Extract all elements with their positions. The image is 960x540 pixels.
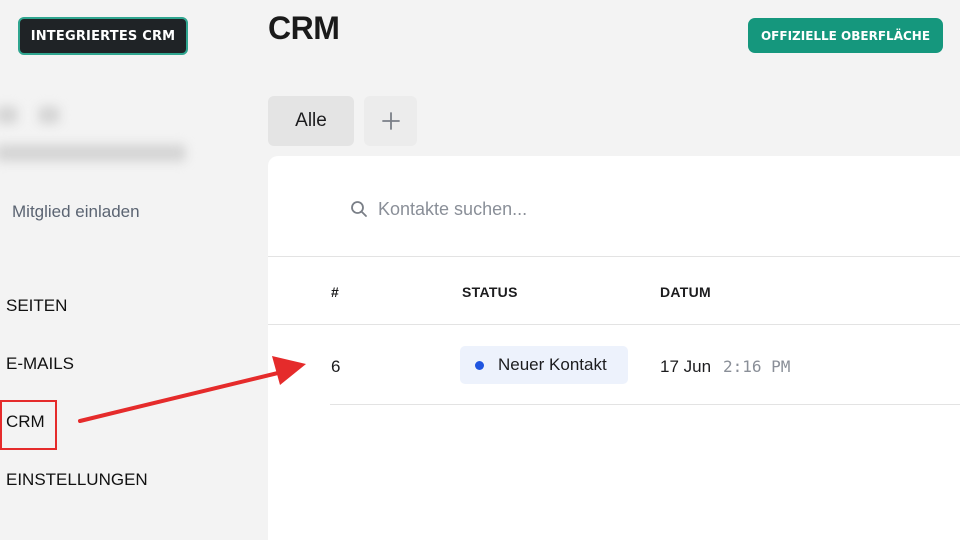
sidebar: Mitglied einladen SEITEN E-MAILS CRM EIN… <box>0 60 262 540</box>
column-header-status[interactable]: STATUS <box>462 284 518 300</box>
divider <box>330 404 960 405</box>
add-tab-button[interactable] <box>364 96 417 146</box>
plus-icon <box>381 112 400 130</box>
sidebar-item-pages[interactable]: SEITEN <box>6 296 67 316</box>
invite-member-link[interactable]: Mitglied einladen <box>12 202 140 222</box>
column-header-date[interactable]: DATUM <box>660 284 711 300</box>
sidebar-item-emails[interactable]: E-MAILS <box>6 354 74 374</box>
column-header-number[interactable]: # <box>331 284 339 300</box>
workspace-avatar-blurred <box>0 106 18 124</box>
tab-all-label: Alle <box>295 110 327 131</box>
sidebar-item-settings[interactable]: EINSTELLUNGEN <box>6 470 148 490</box>
page-title: CRM <box>268 10 340 46</box>
search-input[interactable] <box>378 194 778 224</box>
contacts-panel: # STATUS DATUM 6 Neuer Kontakt 17 Jun 2:… <box>268 156 960 540</box>
workspace-name-blurred <box>38 106 60 124</box>
workspace-email-blurred <box>0 144 186 162</box>
status-dot-icon <box>475 360 484 370</box>
status-label: Neuer Kontakt <box>498 355 607 374</box>
contact-time: 2:16 PM <box>723 357 791 376</box>
integrated-crm-badge[interactable]: INTEGRIERTES CRM <box>18 17 188 55</box>
official-interface-button[interactable]: OFFIZIELLE OBERFLÄCHE <box>748 18 943 53</box>
divider <box>268 324 960 325</box>
status-badge[interactable]: Neuer Kontakt <box>460 346 628 384</box>
search-icon <box>351 201 367 217</box>
contact-id: 6 <box>331 357 341 376</box>
contact-date: 17 Jun <box>660 357 712 376</box>
sidebar-item-crm[interactable]: CRM <box>6 412 45 432</box>
divider <box>268 256 960 257</box>
tab-all[interactable]: Alle <box>268 96 354 146</box>
